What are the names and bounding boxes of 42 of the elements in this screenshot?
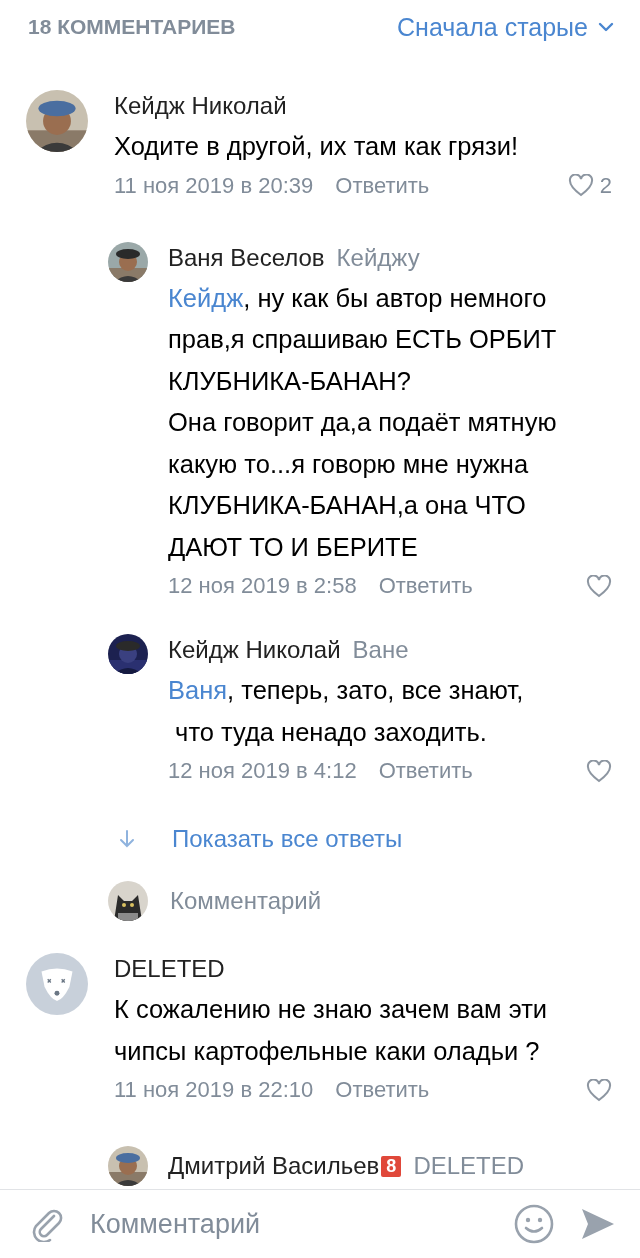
- reply-to-name: DELETED: [413, 1152, 525, 1180]
- heart-icon: [567, 174, 594, 197]
- reply-button[interactable]: Ответить: [335, 172, 430, 199]
- like-button[interactable]: [586, 574, 612, 598]
- chevron-down-icon: [598, 22, 614, 32]
- comment-count: 18 КОММЕНТАРИЕВ: [28, 15, 236, 39]
- like-button[interactable]: [586, 1078, 612, 1102]
- show-all-replies-link[interactable]: Показать все ответы: [172, 825, 403, 853]
- comment-input-field[interactable]: Комментарий: [90, 1208, 488, 1240]
- deleted-user-avatar-icon: [26, 953, 88, 1015]
- mention-link[interactable]: Ваня: [168, 676, 228, 704]
- author-name[interactable]: Ваня Веселов: [168, 243, 325, 272]
- reply-button[interactable]: Ответить: [378, 573, 473, 599]
- smiley-icon[interactable]: [514, 1204, 554, 1244]
- sort-dropdown[interactable]: Сначала старые: [397, 12, 614, 42]
- author-name[interactable]: Кейдж Николай: [168, 636, 341, 664]
- reply-to-name: Ване: [352, 636, 409, 664]
- author-name[interactable]: Кейдж Николай: [114, 92, 287, 120]
- reply-input-field[interactable]: Комментарий: [170, 887, 470, 915]
- comment-text: Ходите в другой, их там как грязи!: [114, 131, 520, 162]
- heart-icon: [586, 1078, 612, 1102]
- comment-text: Кейдж, ну как бы автор немного прав,я спрашиваю ЕСТЬ ОРБИТ КЛУБНИКА-БАНАН? Она говорит да,а подаёт мятную какую то...я говорю мне нужна КЛУБНИКА-БАНАН,а она ЧТО ДАЮТ ТО И БЕРИТЕ: [168, 282, 558, 563]
- comment-date: 12 ноя 2019 в 4:12: [168, 758, 357, 784]
- reply-button[interactable]: Ответить: [378, 758, 473, 784]
- reply-to-name: Кейджу: [336, 243, 420, 272]
- comment-date: 12 ноя 2019 в 2:58: [168, 573, 357, 599]
- mention-link[interactable]: Кейдж: [168, 283, 244, 312]
- comment-date: 11 ноя 2019 в 20:39: [114, 172, 314, 199]
- heart-icon: [586, 574, 612, 598]
- like-button[interactable]: 2: [567, 172, 612, 199]
- like-count: 2: [599, 172, 612, 199]
- like-button[interactable]: [586, 759, 612, 783]
- heart-icon: [586, 759, 612, 783]
- reply-button[interactable]: Ответить: [335, 1077, 430, 1103]
- arrow-down-icon: [118, 829, 136, 849]
- send-icon[interactable]: [580, 1207, 616, 1241]
- emoji-badge: 8: [381, 1155, 402, 1177]
- comment-text: Ваня, теперь, зато, все знают, что туда ненадо заходить.: [168, 675, 525, 748]
- author-name[interactable]: DELETED: [114, 955, 225, 983]
- author-name[interactable]: Дмитрий Васильев: [168, 1152, 380, 1180]
- comment-text: К сожалению не знаю зачем вам эти чипсы картофельные каки оладьи ?: [114, 994, 549, 1067]
- comment-date: 11 ноя 2019 в 22:10: [114, 1077, 314, 1103]
